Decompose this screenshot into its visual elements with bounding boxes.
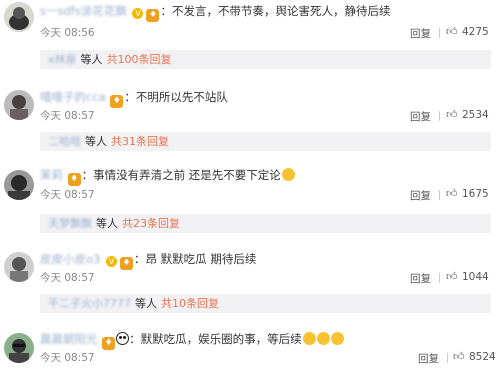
- reply-button[interactable]: 回复: [410, 188, 431, 203]
- divider: [439, 28, 440, 38]
- divider: [439, 273, 440, 283]
- sub-reply-total[interactable]: 共31条回复: [111, 135, 169, 148]
- like-count: 1044: [462, 271, 489, 283]
- sub-reply-label: 等人: [85, 135, 107, 148]
- sub-reply-total[interactable]: 共10条回复: [161, 297, 219, 310]
- fan-badge-icon: ♦: [120, 257, 134, 270]
- comment-text: 默默吃瓜，娱乐圈的事，等后续: [140, 332, 302, 346]
- reply-button[interactable]: 回复: [418, 351, 439, 366]
- avatar[interactable]: [4, 2, 34, 32]
- reply-button[interactable]: 回复: [410, 271, 431, 286]
- comment-time: 今天 08:57: [40, 352, 95, 364]
- divider: [439, 190, 440, 200]
- like-icon[interactable]: 👍︎: [446, 187, 458, 200]
- verified-icon: V: [106, 256, 118, 267]
- sub-reply-name[interactable]: x林泉: [48, 53, 77, 66]
- sub-reply-summary[interactable]: 干二子火小7777 等人 共10条回复: [40, 294, 491, 313]
- comment-username[interactable]: 嘻嘻子的cca: [40, 90, 106, 104]
- emoji-icon: [316, 332, 330, 345]
- sub-reply-name[interactable]: 二哈哈: [48, 135, 81, 148]
- emoji-icon: [281, 168, 295, 181]
- emoji-icon: [302, 332, 316, 345]
- fan-badge-icon: ♦: [110, 95, 124, 108]
- avatar[interactable]: [4, 170, 34, 200]
- sub-reply-label: 等人: [135, 297, 157, 310]
- fan-badge-icon: ♦: [67, 173, 81, 186]
- sub-reply-summary[interactable]: 天梦飘飘 等人 共23条回复: [40, 214, 491, 233]
- emoji-icon: [330, 332, 344, 345]
- comment-text: 事情没有弄清之前 还是先不要下定论: [93, 168, 281, 182]
- sub-reply-total[interactable]: 共23条回复: [122, 217, 180, 230]
- comment-text: 不明所以先不站队: [135, 90, 228, 104]
- divider: [447, 353, 448, 363]
- reply-button[interactable]: 回复: [410, 26, 431, 41]
- avatar[interactable]: [4, 90, 34, 120]
- avatar[interactable]: [4, 333, 34, 363]
- comment-text: 不发言，不带节奏，舆论害死人，静待后续: [171, 4, 391, 18]
- comment-time: 今天 08:56: [40, 27, 95, 39]
- comment-time: 今天 08:57: [40, 189, 95, 201]
- sub-reply-summary[interactable]: 二哈哈 等人 共31条回复: [40, 132, 491, 151]
- comment-username[interactable]: 皮皮小皮o3: [40, 252, 100, 266]
- sub-reply-name[interactable]: 天梦飘飘: [48, 217, 92, 230]
- like-icon[interactable]: 👍︎: [453, 350, 465, 363]
- sub-reply-label: 等人: [96, 217, 118, 230]
- divider: [439, 111, 440, 121]
- like-count: 2534: [462, 109, 489, 121]
- avatar[interactable]: [4, 252, 34, 282]
- verified-icon: V: [132, 8, 144, 19]
- like-icon[interactable]: 👍︎: [446, 25, 458, 38]
- fan-badge-icon: ♦: [102, 337, 116, 350]
- sub-reply-label: 等人: [80, 53, 103, 66]
- fan-badge-icon: ♦: [146, 9, 160, 22]
- sub-reply-summary[interactable]: x林泉 等人 共100条回复: [40, 50, 491, 69]
- sub-reply-total[interactable]: 共100条回复: [107, 53, 172, 66]
- sub-reply-name[interactable]: 干二子火小7777: [48, 297, 131, 310]
- comment-time: 今天 08:57: [40, 272, 95, 284]
- like-count: 1675: [462, 188, 489, 200]
- reply-button[interactable]: 回复: [410, 109, 431, 124]
- panda-emoji-icon: [116, 332, 130, 345]
- comment-username[interactable]: 晨晨朝阳光: [40, 332, 98, 346]
- like-icon[interactable]: 👍︎: [446, 270, 458, 283]
- like-count: 8524: [469, 351, 496, 363]
- like-icon[interactable]: 👍︎: [446, 108, 458, 121]
- like-count: 4275: [462, 26, 489, 38]
- comment-username[interactable]: 茉莉: [40, 168, 63, 182]
- comment-text: 昂 默默吃瓜 期待后续: [145, 252, 257, 266]
- comment-username[interactable]: s一sdfs涂花花飘: [40, 4, 127, 18]
- comment-time: 今天 08:57: [40, 110, 95, 122]
